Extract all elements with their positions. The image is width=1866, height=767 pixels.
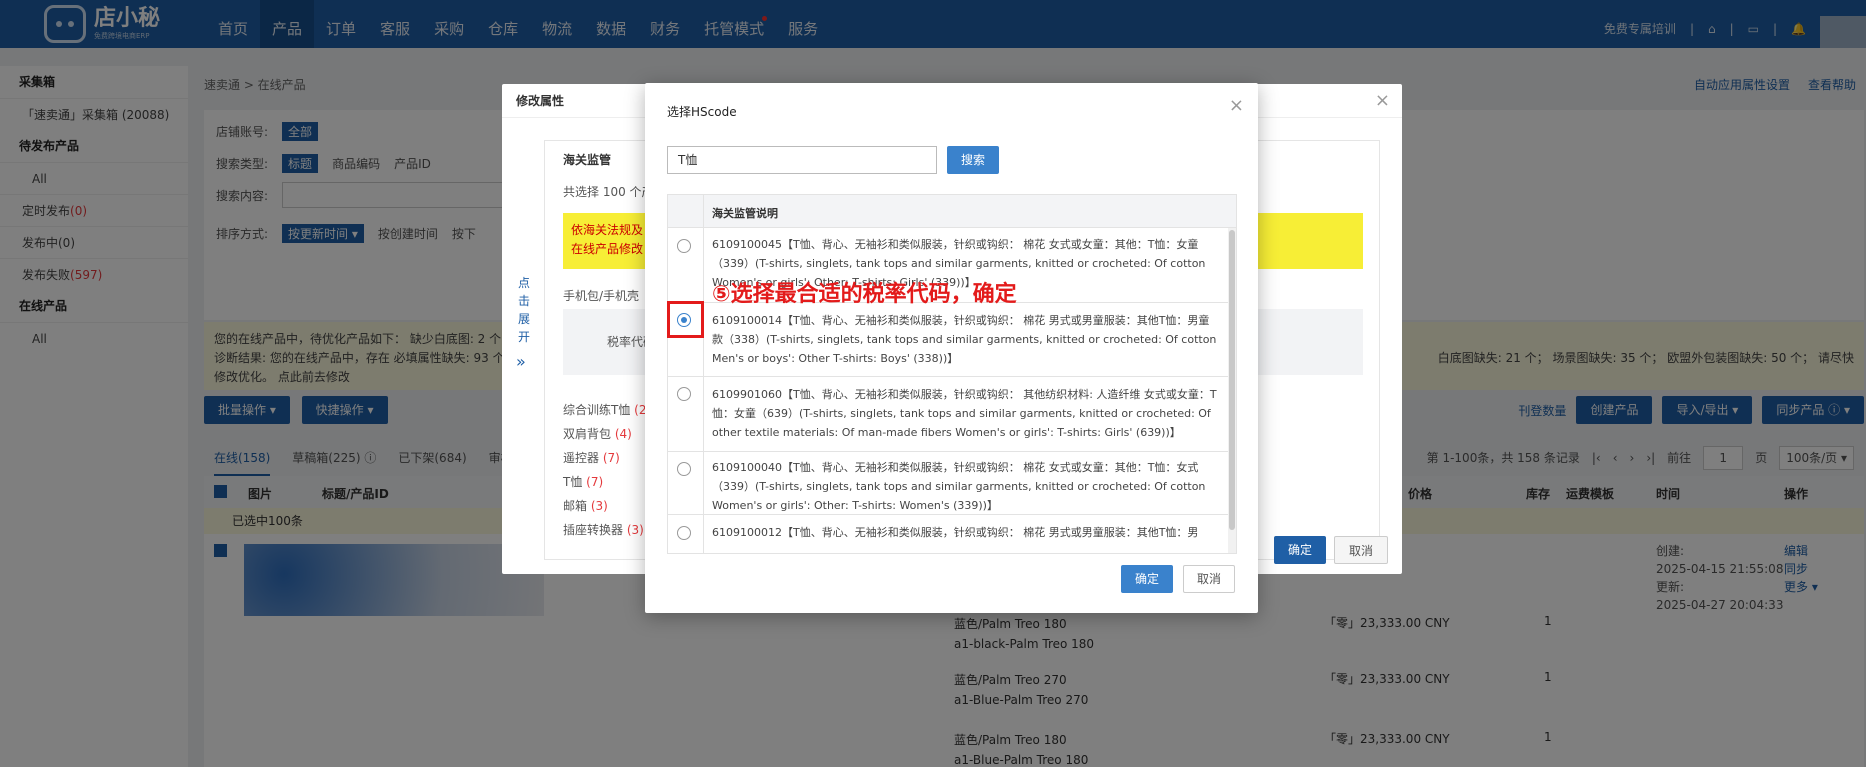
- hscode-actions: 确定 取消: [1121, 565, 1235, 593]
- category-count: (7): [586, 475, 604, 489]
- hscode-row[interactable]: 6109100040【T恤、背心、无袖衫和类似服装，针织或钩织： 棉花 女式或女…: [668, 452, 1228, 515]
- hscode-table-header: 海关监管说明: [668, 195, 1236, 228]
- category-name: 遥控器: [563, 451, 600, 465]
- hscode-desc: 6109100012【T恤、背心、无袖衫和类似服装，针织或钩织： 棉花 男式或男…: [712, 526, 1199, 539]
- hscode-radio[interactable]: [677, 462, 691, 476]
- category-count: (3): [590, 499, 608, 513]
- hscode-row[interactable]: 6109100014【T恤、背心、无袖衫和类似服装，针织或钩织： 棉花 男式或男…: [668, 303, 1228, 377]
- category-item[interactable]: 双肩背包 (4): [563, 425, 632, 442]
- hscode-dialog-title: 选择HScode: [667, 105, 737, 119]
- hscode-table: 海关监管说明 6109100045【T恤、背心、无袖衫和类似服装，针织或钩织： …: [667, 194, 1237, 554]
- hscode-search-button[interactable]: 搜索: [947, 146, 999, 174]
- customs-title: 海关监管: [563, 153, 612, 167]
- category-count: (4): [614, 427, 632, 441]
- close-icon[interactable]: ×: [1375, 92, 1390, 110]
- category-item[interactable]: 遥控器 (7): [563, 449, 620, 466]
- category-name: T恤: [563, 475, 583, 489]
- hscode-cancel-button[interactable]: 取消: [1183, 565, 1235, 593]
- hscode-desc: 6109100040【T恤、背心、无袖衫和类似服装，针织或钩织： 棉花 女式或女…: [712, 461, 1206, 512]
- double-chevron-icon[interactable]: »: [516, 352, 526, 371]
- modify-attr-cancel-button[interactable]: 取消: [1333, 536, 1388, 564]
- category-item[interactable]: 邮箱 (3): [563, 497, 608, 514]
- scrollbar[interactable]: [1228, 228, 1236, 553]
- modify-attr-actions: 确定 取消: [1273, 536, 1388, 564]
- hscode-dialog: 选择HScode × T恤 搜索 海关监管说明 6109100045【T恤、背心…: [645, 83, 1258, 613]
- category-name: 插座转换器: [563, 523, 624, 537]
- category-count: (3): [626, 523, 644, 537]
- close-icon[interactable]: ×: [1229, 97, 1244, 115]
- category-name: 邮箱: [563, 499, 588, 513]
- hscode-desc: 6109901060【T恤、背心、无袖衫和类似服装，针织或钩织： 其他纺织材料:…: [712, 388, 1217, 439]
- category-item[interactable]: T恤 (7): [563, 473, 603, 490]
- hscode-radio[interactable]: [677, 239, 691, 253]
- col-customs-desc: 海关监管说明: [712, 207, 778, 220]
- hscode-row[interactable]: 6109901060【T恤、背心、无袖衫和类似服装，针织或钩织： 其他纺织材料:…: [668, 377, 1228, 452]
- expand-toggle[interactable]: 点击展开: [518, 274, 532, 346]
- hscode-radio[interactable]: [677, 387, 691, 401]
- hscode-search-input[interactable]: T恤: [667, 146, 937, 174]
- category-phone-case: 手机包/手机壳: [563, 289, 640, 303]
- category-name: 双肩背包: [563, 427, 612, 441]
- hscode-row[interactable]: 6109100012【T恤、背心、无袖衫和类似服装，针织或钩织： 棉花 男式或男…: [668, 515, 1228, 553]
- category-item[interactable]: 综合训练T恤 (2: [563, 401, 647, 418]
- highlight-box: [667, 301, 704, 338]
- hscode-ok-button[interactable]: 确定: [1121, 565, 1173, 593]
- modify-attr-ok-button[interactable]: 确定: [1273, 536, 1326, 564]
- hscode-desc: 6109100014【T恤、背心、无袖衫和类似服装，针织或钩织： 棉花 男式或男…: [712, 314, 1217, 365]
- hscode-radio[interactable]: [677, 526, 691, 540]
- category-name: 综合训练T恤: [563, 403, 631, 417]
- category-count: (7): [602, 451, 620, 465]
- category-item[interactable]: 插座转换器 (3): [563, 521, 644, 538]
- scrollbar-thumb[interactable]: [1229, 230, 1235, 530]
- tutorial-annotation: ⑤选择最合适的税率代码，确定: [712, 282, 1017, 307]
